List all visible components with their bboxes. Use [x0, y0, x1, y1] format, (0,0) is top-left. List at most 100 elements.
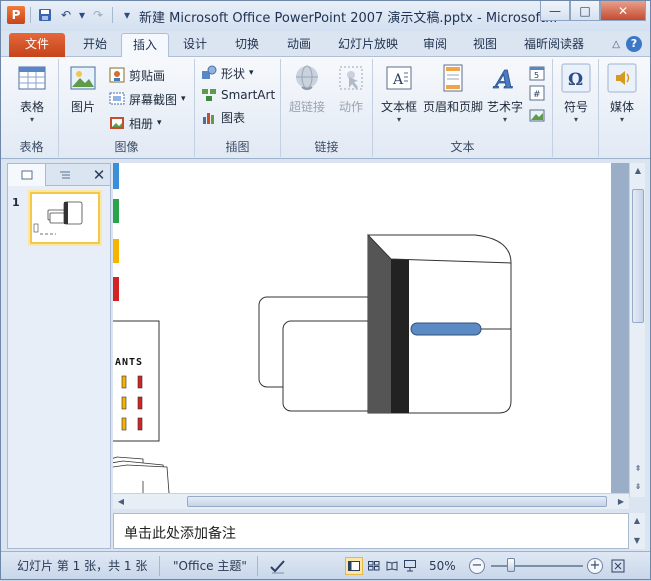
slide-sorter-icon[interactable] [365, 557, 383, 575]
yellow-tab-shape [113, 239, 119, 263]
group-label-text: 文本 [450, 140, 475, 154]
undo-icon[interactable]: ↶ [57, 6, 75, 24]
wordart-label: 艺术字 [486, 100, 523, 114]
clipart-icon [109, 67, 125, 83]
theme-name-text[interactable]: "Office 主题" [173, 556, 247, 576]
customize-qat-icon[interactable]: ▾ [118, 6, 136, 24]
svg-text:A: A [493, 65, 514, 93]
next-slide-icon[interactable]: ⇟ [630, 479, 646, 495]
textbox-label: 文本框 [380, 100, 417, 114]
tab-review[interactable]: 审阅 [415, 33, 455, 57]
header-footer-button[interactable]: 页眉和页脚 [421, 61, 485, 115]
close-pane-icon[interactable]: ✕ [88, 166, 110, 184]
object-icon [529, 109, 545, 122]
screenshot-icon [109, 92, 125, 105]
svg-text:Ω: Ω [568, 70, 583, 90]
media-button[interactable]: 媒体 ▾ [602, 61, 642, 125]
tab-design[interactable]: 设计 [173, 33, 217, 57]
vertical-scroll-thumb[interactable] [632, 189, 644, 323]
scroll-right-icon[interactable]: ▶ [613, 494, 629, 510]
vertical-scrollbar[interactable]: ▲ ⇞ ⇟ [629, 163, 645, 497]
textbox-button[interactable]: A 文本框 ▾ [377, 61, 421, 125]
redo-icon[interactable]: ↷ [89, 6, 107, 24]
fit-to-window-icon[interactable] [609, 557, 627, 575]
smartart-button[interactable]: SmartArt [201, 85, 275, 105]
tab-file[interactable]: 文件 [9, 33, 65, 57]
horizontal-scroll-thumb[interactable] [187, 496, 607, 507]
table-dropdown-icon: ▾ [29, 115, 34, 124]
hyperlink-icon [296, 65, 318, 90]
tab-home[interactable]: 开始 [73, 33, 117, 57]
table-button-label: 表格 [19, 100, 44, 114]
group-label-links: 链接 [314, 140, 339, 154]
maximize-button[interactable]: □ [570, 1, 600, 21]
date-time-button[interactable]: 5 [529, 63, 545, 83]
save-icon[interactable] [36, 6, 54, 24]
hyperlink-button[interactable]: 超链接 [285, 61, 329, 115]
scroll-up-icon[interactable]: ▲ [630, 163, 646, 179]
minimize-button[interactable]: — [540, 1, 570, 21]
wordart-dropdown-icon: ▾ [502, 115, 507, 124]
zoom-level[interactable]: 50% [429, 556, 456, 576]
tab-view[interactable]: 视图 [465, 33, 505, 57]
smartart-icon [202, 89, 216, 101]
wordart-icon: A [493, 65, 514, 95]
tab-transitions[interactable]: 切换 [225, 33, 269, 57]
minimize-ribbon-icon[interactable]: △ [612, 39, 620, 50]
slides-pane: ✕ 1 [7, 163, 111, 549]
object-button[interactable] [529, 105, 545, 125]
tab-foxit-reader[interactable]: 福昕阅读器 [517, 33, 591, 57]
zoom-slider[interactable] [491, 565, 583, 567]
side-panel-shape [113, 320, 160, 442]
album-button[interactable]: 相册 ▾ [109, 113, 162, 133]
notes-scrollbar[interactable]: ▲ ▼ [629, 513, 645, 549]
textbox-icon: A [386, 66, 412, 90]
tab-animations[interactable]: 动画 [277, 33, 321, 57]
symbol-button[interactable]: Ω 符号 ▾ [556, 61, 596, 125]
notes-pane[interactable]: 单击此处添加备注 [113, 513, 629, 549]
shapes-button[interactable]: 形状 ▾ [201, 63, 254, 83]
normal-view-icon[interactable] [345, 557, 363, 575]
picture-button[interactable]: 图片 [63, 61, 103, 115]
clipart-button[interactable]: 剪贴画 [109, 65, 165, 85]
powerpoint-logo-icon[interactable]: P [7, 6, 25, 24]
header-footer-icon [443, 64, 463, 92]
slide-content [113, 163, 512, 494]
chart-label: 图表 [221, 110, 246, 125]
red-tab-shape [113, 277, 119, 301]
horizontal-scrollbar[interactable]: ◀ ▶ [113, 493, 629, 509]
tab-slideshow[interactable]: 幻灯片放映 [331, 33, 405, 57]
tab-insert[interactable]: 插入 [121, 33, 169, 57]
header-footer-label: 页眉和页脚 [422, 100, 483, 114]
outline-tab-icon[interactable] [46, 164, 84, 186]
screenshot-button[interactable]: 屏幕截图 ▾ [109, 89, 186, 109]
zoom-out-button[interactable]: − [469, 558, 485, 574]
group-label-tables: 表格 [19, 140, 44, 154]
close-button[interactable]: ✕ [600, 1, 646, 21]
symbol-label: 符号 [563, 100, 588, 114]
table-button[interactable]: 表格 ▾ [12, 61, 52, 125]
chart-button[interactable]: 图表 [201, 107, 245, 127]
zoom-slider-thumb[interactable] [507, 558, 515, 572]
group-text: A 文本框 ▾ 页眉和页脚 A 艺术字 ▾ 5 # 文本 [373, 59, 553, 157]
picture-button-label: 图片 [70, 100, 95, 114]
action-button[interactable]: 动作 [331, 61, 371, 115]
notes-scroll-down-icon[interactable]: ▼ [629, 533, 645, 549]
scroll-left-icon[interactable]: ◀ [113, 494, 129, 510]
previous-slide-icon[interactable]: ⇞ [630, 461, 646, 477]
slide-thumbnail[interactable] [30, 192, 100, 244]
notes-placeholder: 单击此处添加备注 [124, 526, 236, 542]
slides-pane-tabs: ✕ [8, 163, 110, 186]
reading-view-icon[interactable] [383, 557, 401, 575]
slideshow-view-icon[interactable] [401, 557, 419, 575]
notes-scroll-up-icon[interactable]: ▲ [629, 513, 645, 529]
slides-tab-icon[interactable] [8, 163, 46, 186]
slide-number-button[interactable]: # [529, 83, 545, 103]
help-icon[interactable]: ? [626, 36, 642, 52]
slide-canvas[interactable]: ANTS [113, 163, 611, 494]
wordart-button[interactable]: A 艺术字 ▾ [485, 61, 525, 125]
undo-dropdown-icon[interactable]: ▾ [78, 6, 86, 24]
zoom-in-button[interactable]: + [587, 558, 603, 574]
spellcheck-icon[interactable] [269, 556, 287, 576]
action-icon [339, 66, 363, 90]
